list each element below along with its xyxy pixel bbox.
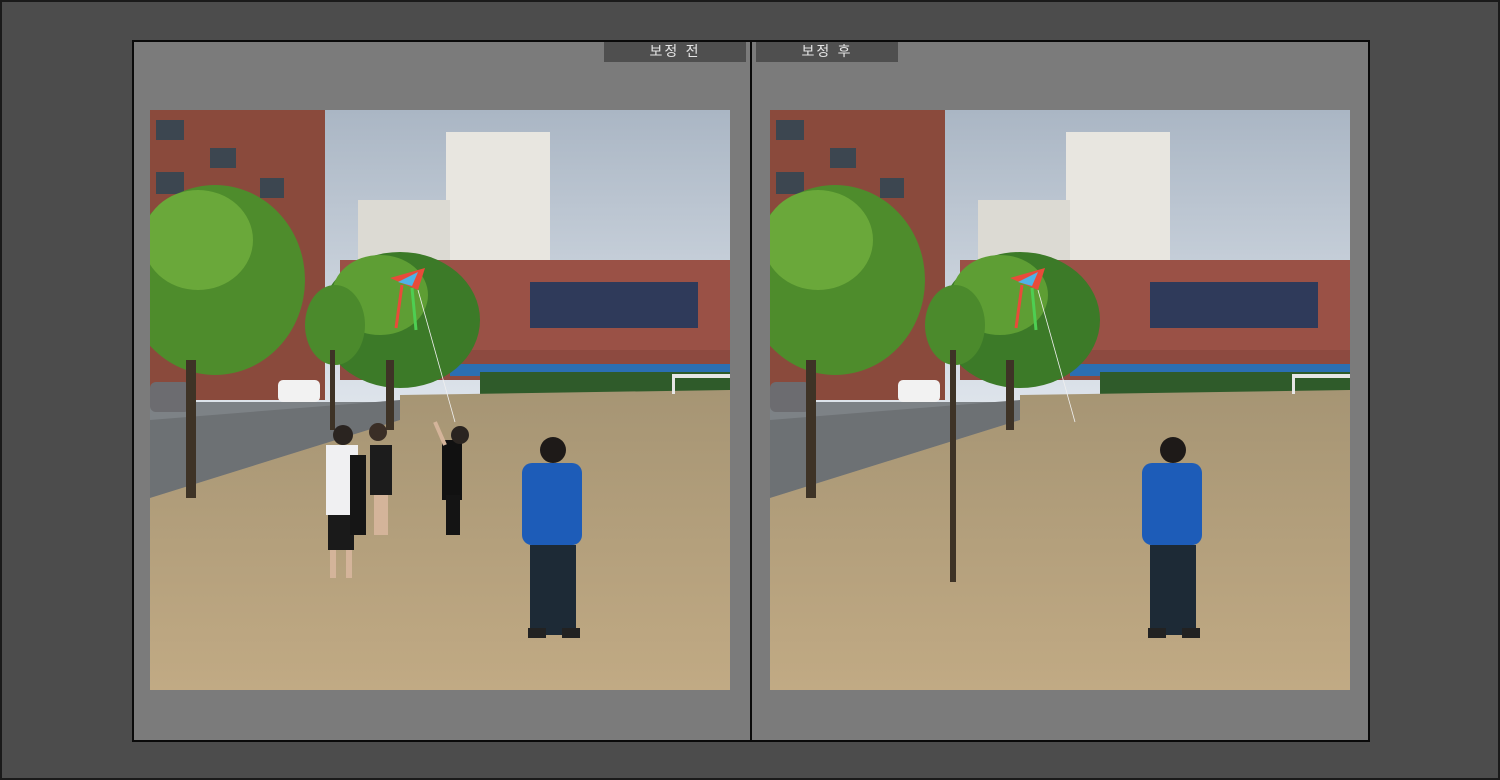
before-photo-image [150,110,730,690]
after-photo[interactable] [770,110,1350,690]
before-photo[interactable] [150,110,730,690]
photo-compare-window: 보정 전 보정 후 [0,0,1500,780]
man-figure [1142,437,1202,638]
after-photo-image [770,110,1350,690]
man-figure [522,437,582,638]
after-label: 보정 후 [801,44,853,60]
before-label-tab[interactable]: 보정 전 [604,42,746,62]
compare-divider-handle[interactable] [750,42,752,740]
after-label-tab[interactable]: 보정 후 [756,42,898,62]
before-after-compare-panel: 보정 전 보정 후 [132,40,1370,742]
before-label: 보정 전 [649,44,701,60]
